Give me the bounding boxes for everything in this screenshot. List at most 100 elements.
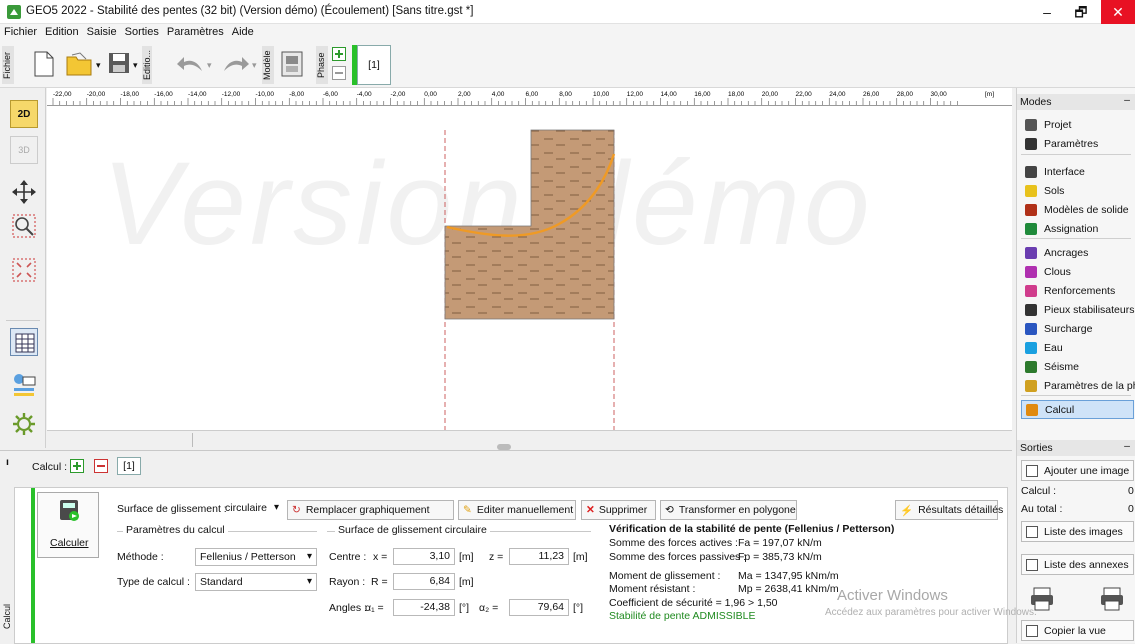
labels-icon[interactable] xyxy=(10,370,38,398)
centre-z-input[interactable]: 11,23 xyxy=(509,548,569,565)
add-image-button[interactable]: Ajouter une image xyxy=(1021,460,1134,481)
view-3d-button[interactable]: 3D xyxy=(10,136,38,164)
edit-group-label: Editio... xyxy=(142,46,152,84)
zoom-icon[interactable] xyxy=(10,212,38,240)
mode-item-document[interactable]: Projet xyxy=(1025,115,1135,134)
close-button[interactable]: ✕ xyxy=(1101,0,1135,24)
menu-parametres[interactable]: Paramètres xyxy=(163,24,228,40)
x-unit: [m] xyxy=(459,551,474,563)
redo-dropdown-icon[interactable]: ▾ xyxy=(252,60,257,71)
delete-button[interactable]: ✕ Supprimer xyxy=(581,500,656,520)
new-file-icon[interactable] xyxy=(34,51,54,77)
menu-aide[interactable]: Aide xyxy=(228,24,258,40)
soil-body xyxy=(444,129,615,320)
open-dropdown-icon[interactable]: ▾ xyxy=(96,60,101,71)
replace-graphic-label: Remplacer graphiquement xyxy=(305,504,430,516)
method-select[interactable]: Fellenius / Petterson xyxy=(195,548,317,566)
method-label: Méthode : xyxy=(117,551,164,563)
circ-group-title: Surface de glissement circulaire xyxy=(335,524,490,536)
calc-phase-tab[interactable]: [1] xyxy=(117,457,141,475)
copy-view-button[interactable]: Copier la vue xyxy=(1021,620,1134,641)
mode-item-soil[interactable]: Sols xyxy=(1025,181,1135,200)
open-folder-icon[interactable] xyxy=(66,51,94,77)
menu-sorties[interactable]: Sorties xyxy=(121,24,163,40)
delete-label: Supprimer xyxy=(598,504,648,516)
mode-item-surcharge[interactable]: Surcharge xyxy=(1025,319,1135,338)
passive-forces-value: Fp = 385,73 kN/m xyxy=(738,551,822,563)
document-icon xyxy=(1025,118,1037,131)
pan-icon[interactable] xyxy=(10,178,38,206)
ruler-unit: [m] xyxy=(985,91,994,98)
detailed-results-button[interactable]: ⚡ Résultats détaillés xyxy=(895,500,1003,520)
earthquake-icon xyxy=(1025,360,1037,373)
mode-item-reinforcement[interactable]: Renforcements xyxy=(1025,281,1135,300)
model-icon[interactable] xyxy=(280,50,306,78)
mode-item-earthquake[interactable]: Séisme xyxy=(1025,357,1135,376)
save-dropdown-icon[interactable]: ▾ xyxy=(133,60,138,71)
settings-gear-icon[interactable] xyxy=(10,410,38,438)
mode-item-rigid-body[interactable]: Modèles de solide xyxy=(1025,200,1135,219)
mode-item-label: Clous xyxy=(1044,265,1071,278)
r-label: R = xyxy=(371,576,388,588)
remove-calc-icon[interactable] xyxy=(94,459,108,473)
calculate-button[interactable]: Calculer xyxy=(37,492,99,558)
add-phase-icon[interactable] xyxy=(332,47,346,61)
list-images-button[interactable]: Liste des images xyxy=(1021,521,1134,542)
maximize-button[interactable]: 🗗 xyxy=(1064,0,1098,24)
menu-fichier[interactable]: Fichier xyxy=(0,24,41,40)
edit-manually-button[interactable]: ✎ Editer manuellement xyxy=(458,500,576,520)
mode-item-interface[interactable]: Interface xyxy=(1025,162,1135,181)
zoom-extents-icon[interactable] xyxy=(10,256,38,284)
menu-saisie[interactable]: Saisie xyxy=(83,24,121,40)
mode-item-pile[interactable]: Pieux stabilisateurs xyxy=(1025,300,1135,319)
sliding-moment-value: Ma = 1347,95 kNm/m xyxy=(738,570,839,582)
drawing-canvas[interactable]: Version démo xyxy=(47,106,1012,430)
surface-label: Surface de glissement : xyxy=(117,503,227,515)
add-calc-icon[interactable] xyxy=(70,459,84,473)
list-images-icon xyxy=(1026,525,1038,538)
mode-item-gear[interactable]: Paramètres xyxy=(1025,134,1135,153)
angles-label: Angles : xyxy=(329,602,367,614)
mode-item-anchor[interactable]: Ancrages xyxy=(1025,243,1135,262)
horizontal-scrollbar[interactable] xyxy=(47,430,1012,450)
phase-params-icon xyxy=(1025,379,1037,392)
toolbar: Fichier ▾ ▾ Editio... ▾ ▾ Modèle Phase [… xyxy=(0,42,1135,88)
alpha1-label: α₁ = xyxy=(365,602,384,614)
mode-item-water[interactable]: Eau xyxy=(1025,338,1135,357)
centre-x-input[interactable]: 3,10 xyxy=(393,548,455,565)
remove-phase-icon[interactable] xyxy=(332,66,346,80)
radius-input[interactable]: 6,84 xyxy=(393,573,455,590)
activate-windows-title: Activer Windows xyxy=(837,587,948,604)
calc-content: Calculer Surface de glissement : circula… xyxy=(14,487,1037,644)
alpha1-input[interactable]: -24,38 xyxy=(393,599,455,616)
ruler-tick-label: 2,00 xyxy=(458,91,471,98)
undo-icon[interactable] xyxy=(176,55,204,73)
save-icon[interactable] xyxy=(108,52,130,74)
collapse-modes-icon[interactable]: – xyxy=(1124,94,1130,106)
menu-edition[interactable]: Edition xyxy=(41,24,83,40)
phase-1-tab[interactable]: [1] xyxy=(357,45,391,85)
view-2d-button[interactable]: 2D xyxy=(10,100,38,128)
calc-side-tab[interactable]: Calcul xyxy=(2,591,14,641)
calc-type-select[interactable]: Standard xyxy=(195,573,317,591)
pin-icon[interactable]: ı xyxy=(6,456,9,468)
mode-item-nail[interactable]: Clous xyxy=(1025,262,1135,281)
polygon-icon: ⟲ xyxy=(665,504,674,516)
mode-item-assign[interactable]: Assignation xyxy=(1025,219,1135,238)
table-view-icon[interactable] xyxy=(10,328,38,356)
alpha2-input[interactable]: 79,64 xyxy=(509,599,569,616)
transform-polygon-button[interactable]: ⟲ Transformer en polygone xyxy=(660,500,797,520)
list-annexes-button[interactable]: Liste des annexes xyxy=(1021,554,1134,575)
surcharge-icon xyxy=(1025,322,1037,335)
gear-icon xyxy=(1025,137,1037,150)
mode-item-phase-params[interactable]: Paramètres de la phase xyxy=(1025,376,1135,395)
redo-icon[interactable] xyxy=(222,55,250,73)
print-preview-icon[interactable] xyxy=(1099,586,1125,612)
mode-item-calc[interactable]: Calcul xyxy=(1021,400,1134,419)
collapse-outputs-icon[interactable]: – xyxy=(1124,440,1130,452)
lightning-icon: ⚡ xyxy=(900,504,914,517)
undo-dropdown-icon[interactable]: ▾ xyxy=(207,60,212,71)
minimize-button[interactable]: – xyxy=(1030,0,1064,24)
surface-type-select[interactable]: circulaire xyxy=(221,500,283,518)
replace-graphic-button[interactable]: ↻ Remplacer graphiquement xyxy=(287,500,454,520)
